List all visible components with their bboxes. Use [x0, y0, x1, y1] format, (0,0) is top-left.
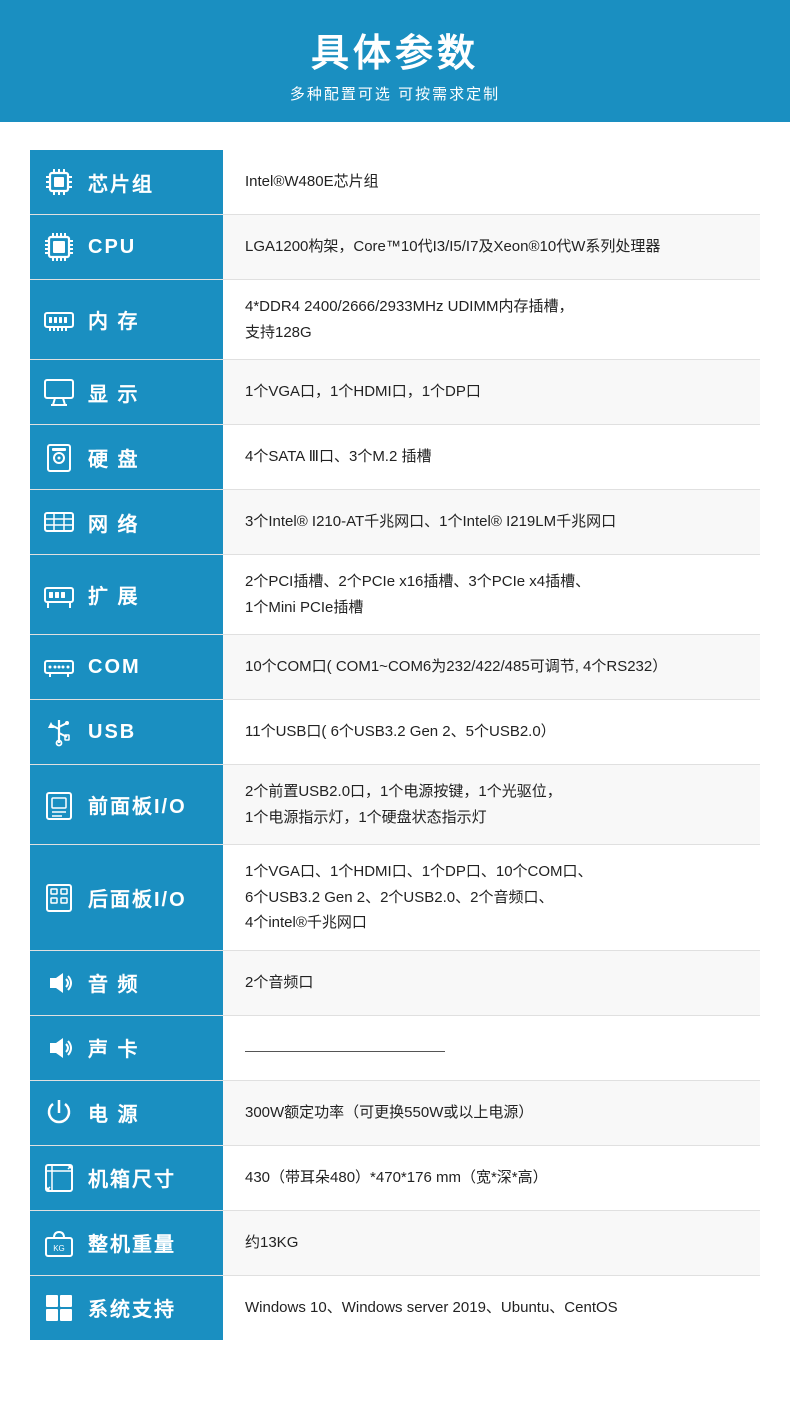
- size-icon: [40, 1159, 78, 1197]
- label-cell-chipset: 芯片组: [30, 150, 223, 215]
- front-io-icon: [40, 786, 78, 824]
- header-title: 具体参数: [0, 22, 790, 77]
- value-cell-soundcard: [223, 1015, 760, 1080]
- chipset-icon: [40, 163, 78, 201]
- header-subtitle: 多种配置可选 可按需求定制: [0, 83, 790, 104]
- memory-icon: [40, 301, 78, 339]
- os-icon: [40, 1289, 78, 1327]
- label-cell-size: 机箱尺寸: [30, 1145, 223, 1210]
- label-cell-com: COM: [30, 635, 223, 700]
- spec-table: 芯片组Intel®W480E芯片组 CPULGA1200构架，C: [30, 150, 760, 1340]
- hdd-icon: [40, 438, 78, 476]
- label-cell-front-io: 前面板I/O: [30, 765, 223, 845]
- label-cell-power: 电 源: [30, 1080, 223, 1145]
- value-cell-memory: 4*DDR4 2400/2666/2933MHz UDIMM内存插槽，支持128…: [223, 280, 760, 360]
- label-cell-weight: KG 整机重量: [30, 1210, 223, 1275]
- weight-icon: KG: [40, 1224, 78, 1262]
- label-text-front-io: 前面板I/O: [88, 790, 187, 819]
- network-icon: [40, 503, 78, 541]
- value-cell-hdd: 4个SATA Ⅲ口、3个M.2 插槽: [223, 425, 760, 490]
- label-cell-rear-io: 后面板I/O: [30, 845, 223, 951]
- label-cell-os: 系统支持: [30, 1275, 223, 1340]
- power-icon: [40, 1094, 78, 1132]
- label-text-soundcard: 声 卡: [88, 1033, 140, 1062]
- audio-icon: [40, 964, 78, 1002]
- label-text-chipset: 芯片组: [88, 168, 154, 197]
- label-text-display: 显 示: [88, 378, 140, 407]
- label-cell-expansion: 扩 展: [30, 555, 223, 635]
- value-cell-os: Windows 10、Windows server 2019、Ubuntu、Ce…: [223, 1275, 760, 1340]
- svg-text:KG: KG: [53, 1244, 65, 1253]
- label-text-weight: 整机重量: [88, 1228, 176, 1257]
- value-cell-com: 10个COM口( COM1~COM6为232/422/485可调节, 4个RS2…: [223, 635, 760, 700]
- value-cell-chipset: Intel®W480E芯片组: [223, 150, 760, 215]
- label-text-rear-io: 后面板I/O: [88, 883, 187, 912]
- value-cell-expansion: 2个PCI插槽、2个PCIe x16插槽、3个PCIe x4插槽、1个Mini …: [223, 555, 760, 635]
- label-text-size: 机箱尺寸: [88, 1163, 176, 1192]
- label-cell-network: 网 络: [30, 490, 223, 555]
- label-text-power: 电 源: [88, 1098, 140, 1127]
- value-cell-audio: 2个音频口: [223, 950, 760, 1015]
- label-text-cpu: CPU: [88, 236, 136, 259]
- label-cell-soundcard: 声 卡: [30, 1015, 223, 1080]
- label-text-expansion: 扩 展: [88, 580, 140, 609]
- value-cell-size: 430（带耳朵480）*470*176 mm（宽*深*高）: [223, 1145, 760, 1210]
- label-cell-usb: USB: [30, 700, 223, 765]
- soundcard-icon: [40, 1029, 78, 1067]
- header: 具体参数 多种配置可选 可按需求定制: [0, 0, 790, 122]
- value-cell-usb: 11个USB口( 6个USB3.2 Gen 2、5个USB2.0）: [223, 700, 760, 765]
- value-cell-cpu: LGA1200构架，Core™10代I3/I5/I7及Xeon®10代W系列处理…: [223, 215, 760, 280]
- label-cell-cpu: CPU: [30, 215, 223, 280]
- label-text-memory: 内 存: [88, 305, 140, 334]
- usb-icon: [40, 713, 78, 751]
- display-icon: [40, 373, 78, 411]
- value-cell-rear-io: 1个VGA口、1个HDMI口、1个DP口、10个COM口、6个USB3.2 Ge…: [223, 845, 760, 951]
- value-cell-weight: 约13KG: [223, 1210, 760, 1275]
- label-cell-hdd: 硬 盘: [30, 425, 223, 490]
- value-cell-network: 3个Intel® I210-AT千兆网口、1个Intel® I219LM千兆网口: [223, 490, 760, 555]
- label-text-audio: 音 频: [88, 968, 140, 997]
- label-cell-audio: 音 频: [30, 950, 223, 1015]
- label-text-com: COM: [88, 656, 141, 679]
- cpu-icon: [40, 228, 78, 266]
- value-cell-power: 300W额定功率（可更换550W或以上电源）: [223, 1080, 760, 1145]
- label-text-os: 系统支持: [88, 1293, 176, 1322]
- label-text-usb: USB: [88, 721, 136, 744]
- value-cell-front-io: 2个前置USB2.0口，1个电源按键，1个光驱位，1个电源指示灯，1个硬盘状态指…: [223, 765, 760, 845]
- label-cell-memory: 内 存: [30, 280, 223, 360]
- com-icon: [40, 648, 78, 686]
- expansion-icon: [40, 576, 78, 614]
- label-cell-display: 显 示: [30, 360, 223, 425]
- rear-io-icon: [40, 878, 78, 916]
- label-text-hdd: 硬 盘: [88, 443, 140, 472]
- value-cell-display: 1个VGA口，1个HDMI口，1个DP口: [223, 360, 760, 425]
- label-text-network: 网 络: [88, 508, 140, 537]
